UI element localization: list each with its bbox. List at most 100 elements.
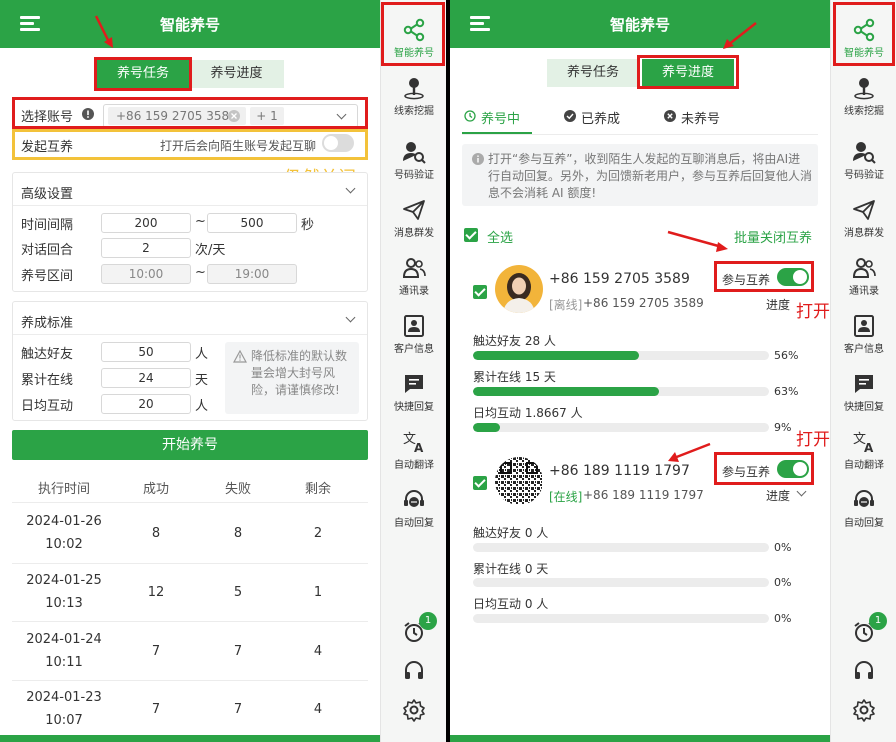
chevron-down-icon[interactable]	[345, 183, 356, 194]
row-remain: 2	[313, 526, 323, 541]
sidebar-item-label: 消息群发	[394, 228, 434, 239]
user-search-icon	[403, 142, 426, 164]
sidebar-item-label: 线索挖掘	[394, 106, 434, 117]
sidebar-item-translate[interactable]: 文A 自动翻译	[381, 430, 446, 471]
interact-input[interactable]: 20	[101, 394, 191, 414]
sidebar-item-auto-reply[interactable]: 自动回复	[381, 488, 446, 529]
sidebar-item-broadcast[interactable]: 消息群发	[381, 198, 446, 239]
highlight-box	[12, 97, 368, 129]
select-all-label[interactable]: 全选	[487, 227, 513, 246]
headphones-icon	[855, 661, 873, 679]
sidebar-item-translate[interactable]: 文A 自动翻译	[831, 430, 896, 471]
sidebar-item-label: 快捷回复	[844, 402, 884, 413]
sidebar-item-label: 号码验证	[394, 170, 434, 181]
progress-toggle[interactable]: 进度	[766, 296, 790, 313]
sidebar-item-label: 自动回复	[844, 518, 884, 529]
sidebar-item-verify[interactable]: 号码验证	[381, 140, 446, 181]
interact-label: 日均互动	[21, 399, 74, 414]
left-topbar: 智能养号	[0, 0, 380, 48]
send-icon	[403, 200, 425, 220]
status-tab-label: 未养号	[681, 112, 721, 127]
sidebar-item-label: 号码验证	[844, 170, 884, 181]
avatar	[495, 265, 543, 313]
select-all-checkbox[interactable]	[464, 228, 478, 242]
sidebar-item-customer[interactable]: 客户信息	[831, 314, 896, 355]
sidebar-item-contacts[interactable]: 通讯录	[381, 256, 446, 297]
account-phone: +86 159 2705 3589	[549, 271, 690, 287]
sidebar-item-broadcast[interactable]: 消息群发	[831, 198, 896, 239]
progress-toggle[interactable]: 进度	[766, 487, 790, 504]
info-icon	[472, 153, 484, 165]
sidebar-item-customer[interactable]: 客户信息	[381, 314, 446, 355]
account-sub-phone: +86 189 1119 1797	[583, 488, 704, 502]
interval-unit: 秒	[301, 218, 315, 233]
sidebar-item-label: 消息群发	[844, 228, 884, 239]
friends-unit: 人	[195, 347, 209, 362]
sidebar-item-label: 客户信息	[844, 344, 884, 355]
warning-text: 降低标准的默认数量会增大封号风险，请谨慎修改!	[251, 349, 348, 397]
sidebar-item-leads[interactable]: 线索挖掘	[381, 76, 446, 117]
row-date: 2024-01-25	[26, 573, 102, 588]
sidebar-item-label: 自动翻译	[844, 460, 884, 471]
rounds-input[interactable]: 2	[101, 238, 191, 258]
metric-label: 触达好友 28 人	[473, 334, 556, 348]
info-text: 打开“参与互养”，收到陌生人发起的互聊消息后，将由AI进行自动回复。另外，为回馈…	[488, 152, 813, 200]
progress-bar	[473, 423, 769, 432]
gear-icon	[853, 699, 875, 722]
settings-button[interactable]	[831, 698, 896, 724]
tab-task[interactable]: 养号任务	[547, 59, 639, 87]
page-title: 智能养号	[609, 16, 670, 34]
row-time: 10:07	[45, 713, 83, 728]
left-main: 智能养号 养号任务 养号进度 选择账号 +86 159 2705 3589 + …	[0, 0, 380, 742]
metric-pct: 9%	[774, 421, 792, 434]
range-end-input[interactable]: 19:00	[207, 264, 297, 284]
advanced-title: 高级设置	[21, 187, 74, 202]
account-checkbox[interactable]	[473, 476, 487, 490]
right-panel: 智能养号 养号任务 养号进度 养号中 已养成 未养号 打开“参与互养”，收到陌生…	[450, 0, 896, 742]
sidebar-item-contacts[interactable]: 通讯录	[831, 256, 896, 297]
alarm-button[interactable]: 1	[381, 612, 446, 646]
sidebar-item-verify[interactable]: 号码验证	[831, 140, 896, 181]
chevron-down-icon[interactable]	[796, 486, 807, 497]
support-button[interactable]	[831, 658, 896, 684]
online-input[interactable]: 24	[101, 368, 191, 388]
metric-pct: 0%	[774, 612, 792, 625]
chevron-down-icon[interactable]	[345, 312, 356, 323]
sidebar-item-auto-reply[interactable]: 自动回复	[831, 488, 896, 529]
interval-label: 时间间隔	[21, 218, 74, 233]
metric-pct: 0%	[774, 541, 792, 554]
person-pin-icon	[854, 78, 874, 100]
person-pin-icon	[404, 78, 424, 100]
sidebar: 智能养号 线索挖掘 号码验证 消息群发 通讯录 客户信息 快捷回复 文A 自动翻…	[380, 0, 446, 742]
start-button[interactable]: 开始养号	[12, 430, 368, 460]
sidebar-item-leads[interactable]: 线索挖掘	[831, 76, 896, 117]
tab-progress[interactable]: 养号进度	[189, 60, 284, 88]
account-sub-phone: +86 159 2705 3589	[583, 296, 704, 310]
batch-close-button[interactable]: 批量关闭互养	[734, 227, 812, 246]
settings-button[interactable]	[381, 698, 446, 724]
account-checkbox[interactable]	[473, 285, 487, 299]
online-unit: 天	[195, 373, 209, 388]
progress-bar	[473, 351, 769, 360]
left-panel: 智能养号 养号任务 养号进度 选择账号 +86 159 2705 3589 + …	[0, 0, 446, 742]
range-label: 养号区间	[21, 269, 74, 284]
range-start-input[interactable]: 10:00	[101, 264, 191, 284]
sidebar-item-label: 自动翻译	[394, 460, 434, 471]
interval-max-input[interactable]: 500	[207, 213, 297, 233]
row-time: 10:13	[45, 596, 83, 611]
sidebar-item-quick-reply[interactable]: 快捷回复	[831, 372, 896, 413]
warning-box: 降低标准的默认数量会增大封号风险，请谨慎修改!	[225, 342, 359, 414]
interval-min-input[interactable]: 200	[101, 213, 191, 233]
alarm-button[interactable]: 1	[831, 612, 896, 646]
annotation-arrow	[94, 15, 113, 48]
svg-text:A: A	[864, 441, 874, 454]
id-card-icon	[854, 315, 874, 337]
support-button[interactable]	[381, 658, 446, 684]
standard-card: 养成标准 触达好友 50 人 累计在线 24 天 日均互动 20 人 降低标准的…	[12, 301, 368, 421]
row-success: 8	[151, 526, 161, 541]
headset-chat-icon	[404, 490, 424, 507]
avatar	[495, 457, 543, 505]
friends-input[interactable]: 50	[101, 342, 191, 362]
sidebar-item-quick-reply[interactable]: 快捷回复	[381, 372, 446, 413]
row-date: 2024-01-24	[26, 632, 102, 647]
